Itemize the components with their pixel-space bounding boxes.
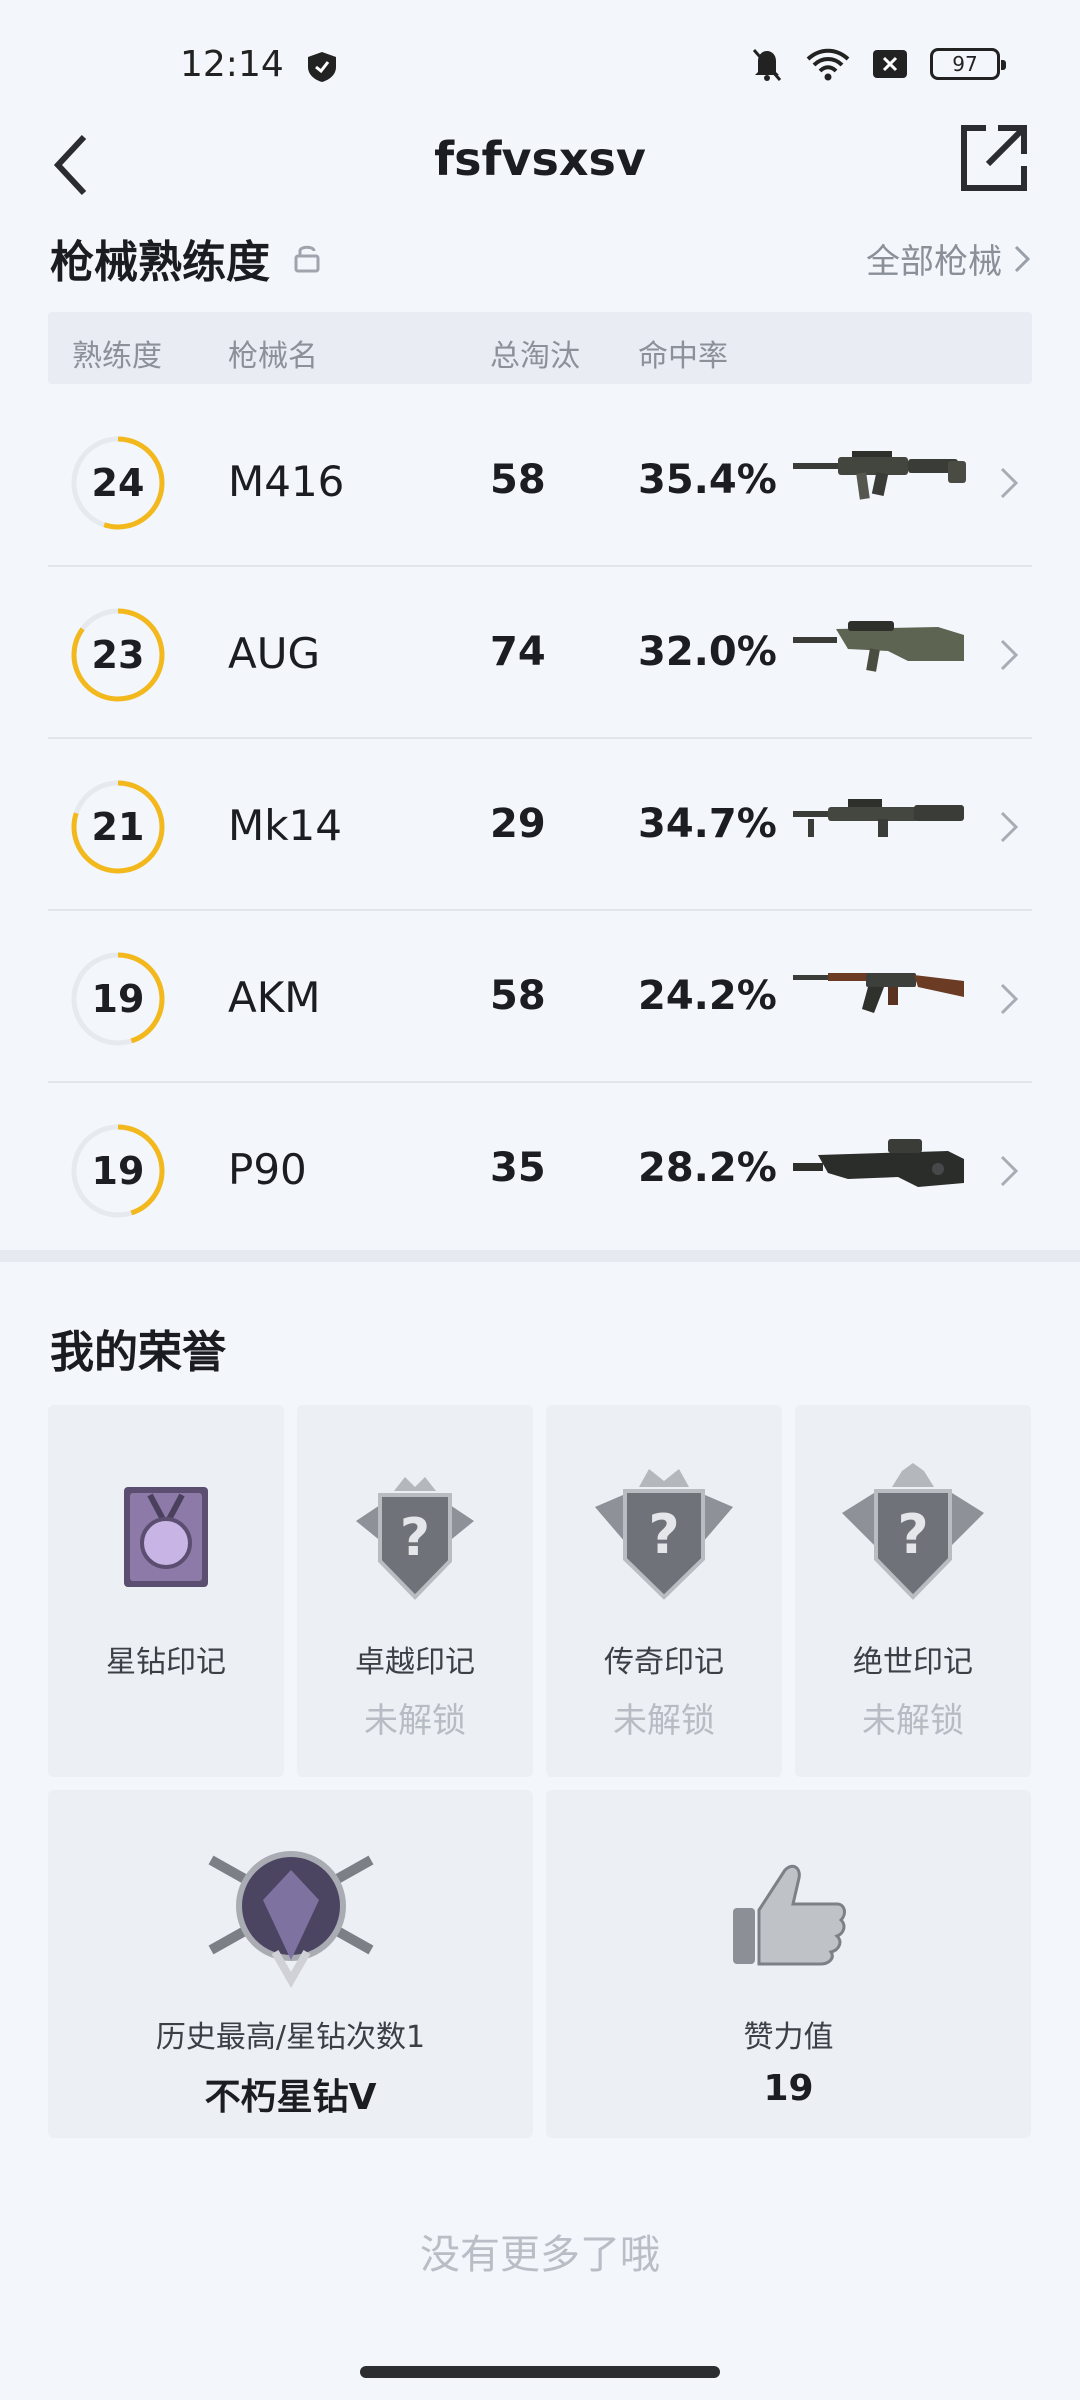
weapon-hit-rate: 34.7%	[638, 801, 777, 847]
weapon-name: AUG	[228, 629, 321, 678]
chevron-right-icon	[1000, 639, 1019, 671]
header-level: 熟练度	[72, 339, 162, 374]
weapon-row[interactable]: 23 AUG 74 32.0%	[48, 569, 1032, 739]
wifi-icon	[806, 48, 850, 81]
svg-text:?: ?	[400, 1508, 430, 1568]
proficiency-level: 24	[91, 461, 145, 505]
chevron-right-icon	[1000, 983, 1019, 1015]
home-indicator[interactable]	[360, 2366, 720, 2378]
honor-status: 未解锁	[862, 1701, 964, 1741]
medal-icon	[124, 1487, 208, 1587]
honor-status: 未解锁	[613, 1701, 715, 1741]
honor-card-peerless[interactable]: ? 绝世印记 未解锁	[795, 1405, 1031, 1777]
weapon-row[interactable]: 21 Mk14 29 34.7%	[48, 741, 1032, 911]
all-weapons-label: 全部枪械	[866, 242, 1002, 282]
locked-badge-icon: ?	[356, 1477, 474, 1600]
status-time: 12:14	[180, 44, 284, 85]
proficiency-level: 23	[91, 633, 145, 677]
weapon-name: P90	[228, 1145, 307, 1194]
honor-status: 未解锁	[364, 1701, 466, 1741]
likes-label: 赞力值	[743, 2020, 834, 2055]
header-rate: 命中率	[638, 339, 728, 374]
honor-section-header: 我的荣誉	[50, 1316, 1030, 1386]
svg-text:?: ?	[648, 1503, 679, 1566]
thumbs-up-icon	[732, 1864, 846, 1966]
weapon-section-header: 枪械熟练度 全部枪械	[50, 226, 1030, 296]
honor-card-excellence[interactable]: ? 卓越印记 未解锁	[297, 1405, 533, 1777]
nav-bar: fsfvsxsv	[0, 110, 1080, 240]
weapon-row[interactable]: 24 M416 58 35.4%	[48, 397, 1032, 567]
weapon-row[interactable]: 19 P90 35 28.2%	[48, 1085, 1032, 1255]
weapon-kills: 35	[490, 1145, 546, 1191]
weapon-name: AKM	[228, 973, 321, 1022]
rank-label: 历史最高/星钻次数1	[155, 2020, 426, 2055]
chevron-right-icon	[1000, 1155, 1019, 1187]
weapon-section-title: 枪械熟练度	[50, 226, 320, 290]
weapon-hit-rate: 32.0%	[638, 629, 777, 675]
weapon-name: Mk14	[228, 801, 343, 850]
rank-card[interactable]: 历史最高/星钻次数1 不朽星钻V	[48, 1790, 533, 2138]
rank-emblem-icon	[208, 1851, 373, 1989]
weapon-kills: 58	[490, 973, 546, 1019]
status-icons: 97	[750, 46, 1006, 82]
weapon-kills: 58	[490, 457, 546, 503]
honor-section-title: 我的荣誉	[50, 1327, 226, 1378]
locked-badge-icon: ?	[842, 1463, 984, 1600]
all-weapons-link[interactable]: 全部枪械	[866, 234, 1030, 283]
honor-card-star-diamond[interactable]: 星钻印记	[48, 1405, 284, 1777]
likes-card[interactable]: 赞力值 19	[546, 1790, 1031, 2138]
locked-badge-icon: ?	[595, 1469, 733, 1600]
weapon-hit-rate: 24.2%	[638, 973, 777, 1019]
section-divider	[0, 1250, 1080, 1262]
aug-rifle-icon	[793, 621, 964, 672]
honor-label: 星钻印记	[106, 1645, 226, 1680]
battery-icon: 97	[930, 48, 1006, 80]
weapon-name: M416	[228, 457, 345, 506]
weapon-kills: 74	[490, 629, 546, 675]
mute-bell-icon	[752, 49, 782, 81]
weapon-section-title-text: 枪械熟练度	[50, 237, 270, 288]
chevron-right-icon	[1000, 467, 1019, 499]
honor-label: 卓越印记	[355, 1645, 475, 1680]
rank-value: 不朽星钻V	[204, 2077, 377, 2118]
proficiency-level: 19	[91, 977, 145, 1021]
weapon-hit-rate: 28.2%	[638, 1145, 777, 1191]
honor-label: 绝世印记	[853, 1645, 973, 1680]
m416-rifle-icon	[793, 451, 966, 500]
weapon-table-header: 熟练度 枪械名 总淘汰 命中率	[48, 312, 1032, 384]
share-icon[interactable]	[958, 122, 1030, 194]
p90-smg-icon	[793, 1139, 964, 1187]
honor-label: 传奇印记	[604, 1645, 724, 1680]
shield-icon	[308, 52, 336, 82]
sim-icon	[873, 50, 907, 78]
proficiency-level: 19	[91, 1149, 145, 1193]
honor-card-legend[interactable]: ? 传奇印记 未解锁	[546, 1405, 782, 1777]
unlock-icon	[294, 245, 320, 273]
weapon-hit-rate: 35.4%	[638, 457, 777, 503]
weapon-kills: 29	[490, 801, 546, 847]
svg-text:?: ?	[897, 1503, 928, 1566]
header-kills: 总淘汰	[490, 339, 580, 374]
chevron-right-icon	[1000, 811, 1019, 843]
battery-level: 97	[952, 52, 978, 76]
akm-rifle-icon	[793, 973, 964, 1013]
header-name: 枪械名	[228, 339, 318, 374]
weapon-row[interactable]: 19 AKM 58 24.2%	[48, 913, 1032, 1083]
likes-value: 19	[763, 2068, 814, 2109]
proficiency-level: 21	[91, 805, 145, 849]
no-more-text: 没有更多了哦	[420, 2232, 660, 2278]
page-title: fsfvsxsv	[434, 132, 646, 186]
mk14-rifle-icon	[793, 799, 964, 837]
chevron-right-icon	[1014, 245, 1030, 272]
